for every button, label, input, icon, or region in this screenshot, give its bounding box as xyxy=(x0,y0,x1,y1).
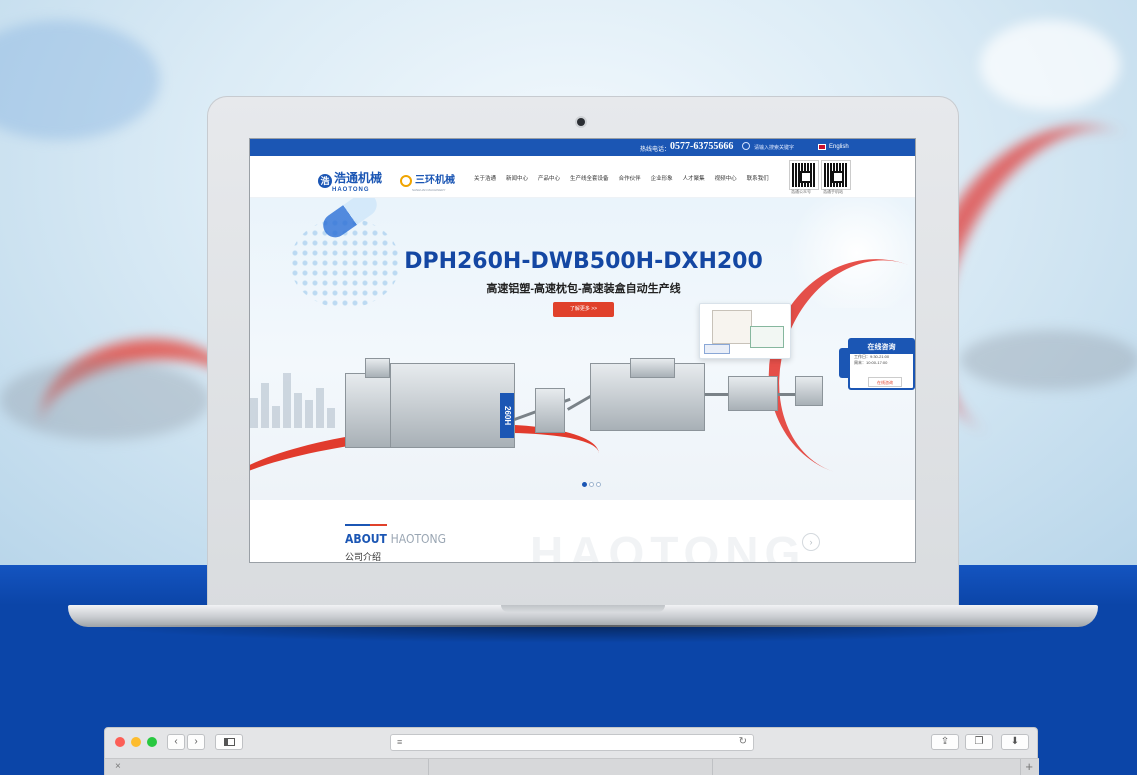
search-icon[interactable] xyxy=(742,142,750,150)
slider-dot-1[interactable] xyxy=(582,482,587,487)
haotong-logo-icon: 浩 xyxy=(318,174,332,188)
minimize-window-icon[interactable] xyxy=(131,737,141,747)
menu-item-news[interactable]: 新闻中心 xyxy=(506,174,528,182)
menu-item-video[interactable]: 视频中心 xyxy=(715,174,737,182)
tabs-overview-button[interactable]: ❐ xyxy=(965,734,993,750)
about-heading-en: ABOUT xyxy=(345,532,387,546)
close-tab-icon[interactable]: × xyxy=(115,761,121,772)
logo1-cn: 浩通机械 xyxy=(334,171,383,185)
logo1-en: HAOTONG xyxy=(332,187,370,193)
sidebar-button[interactable] xyxy=(215,734,243,750)
sanhuan-logo[interactable]: 三环机械 SANHUAN MACHINERY xyxy=(400,170,455,192)
uk-flag-icon xyxy=(818,144,826,150)
next-arrow-icon[interactable]: › xyxy=(802,533,820,551)
menu-item-talent[interactable]: 人才聚集 xyxy=(683,174,705,182)
tab-bar: × + xyxy=(105,758,1039,775)
online-consult-panel: 在线咨询 工作日：9:30-21:00 周末：10:00-17:00 在线咨询 xyxy=(848,338,915,390)
learn-more-button[interactable]: 了解更多 >> xyxy=(553,302,614,317)
consult-hours-weekend: 周末：10:00-17:00 xyxy=(854,360,888,365)
about-watermark: HAOTONG xyxy=(530,527,807,563)
menu-item-contact[interactable]: 联系我们 xyxy=(747,174,769,182)
menu-item-products[interactable]: 产品中心 xyxy=(538,174,560,182)
logo2-cn: 三环机械 xyxy=(415,175,455,186)
camera-dot xyxy=(577,118,585,126)
slider-dot-3[interactable] xyxy=(596,482,601,487)
qr-code-mobile xyxy=(821,160,851,190)
share-icon: ⇪ xyxy=(940,736,950,747)
reader-icon[interactable]: ≡ xyxy=(397,737,402,747)
menu-item-partners[interactable]: 合作伙伴 xyxy=(619,174,641,182)
slider-dots xyxy=(582,482,601,487)
main-navbar: 浩 浩通机械 HAOTONG 三环机械 SANHUAN MACHINERY 关于… xyxy=(250,156,915,198)
address-bar[interactable]: ≡ ↻ xyxy=(390,734,754,751)
share-button[interactable]: ⇪ xyxy=(931,734,959,750)
product-packaging-image xyxy=(699,303,791,359)
laptop-base xyxy=(68,605,1098,627)
language-link[interactable]: English xyxy=(829,144,849,150)
laptop-screen: 热线电话： 0577-63755666 请输入搜索关键字 English 浩 浩… xyxy=(249,138,916,563)
sidebar-icon xyxy=(223,738,235,746)
logo2-en: SANHUAN MACHINERY xyxy=(412,188,446,192)
sanhuan-logo-icon xyxy=(400,175,412,187)
about-heading: ABOUT HAOTONG xyxy=(345,532,446,546)
hotline-label: 热线电话： xyxy=(640,147,671,153)
about-accent-bar xyxy=(345,524,387,526)
machine-badge: 260H xyxy=(500,393,514,438)
new-tab-icon[interactable]: + xyxy=(1025,759,1033,774)
slider-dot-2[interactable] xyxy=(589,482,594,487)
haotong-logo[interactable]: 浩 浩通机械 HAOTONG xyxy=(318,169,382,193)
consult-button[interactable]: 在线咨询 xyxy=(868,377,902,387)
top-bar: 热线电话： 0577-63755666 请输入搜索关键字 English xyxy=(250,139,915,156)
consult-title: 在线咨询 xyxy=(850,340,913,354)
hotline-number[interactable]: 0577-63755666 xyxy=(670,141,733,152)
forward-button[interactable]: › xyxy=(187,734,205,750)
window-controls xyxy=(115,737,157,747)
back-button[interactable]: ‹ xyxy=(167,734,185,750)
reload-icon[interactable]: ↻ xyxy=(739,736,747,747)
city-skyline xyxy=(250,368,360,428)
about-heading-en2: HAOTONG xyxy=(390,532,446,546)
qr-caption-left: 浩通公众号 xyxy=(791,189,811,194)
menu-item-production-line[interactable]: 生产线全套设备 xyxy=(570,174,609,182)
zoom-window-icon[interactable] xyxy=(147,737,157,747)
tabs-icon: ❐ xyxy=(974,736,984,747)
about-section: HAOTONG ABOUT HAOTONG 公司介绍 › xyxy=(250,500,915,563)
consult-side-tab[interactable] xyxy=(839,348,848,378)
hero-banner: DPH260H-DWB500H-DXH200 高速铝塑-高速枕包-高速装盒自动生… xyxy=(250,198,915,500)
qr-code-wechat xyxy=(789,160,819,190)
laptop-shadow xyxy=(90,625,1080,643)
search-input[interactable]: 请输入搜索关键字 xyxy=(754,143,808,153)
close-window-icon[interactable] xyxy=(115,737,125,747)
hero-title: DPH260H-DWB500H-DXH200 xyxy=(404,249,763,274)
qr-caption-right: 浩通手机站 xyxy=(823,189,843,194)
main-menu: 关于浩通 新闻中心 产品中心 生产线全套设备 合作伙伴 企业形象 人才聚集 视频… xyxy=(474,174,769,182)
browser-window: ‹ › ≡ ↻ ⇪ ❐ ⬇ × + xyxy=(104,727,1039,775)
menu-item-about[interactable]: 关于浩通 xyxy=(474,174,496,182)
downloads-button[interactable]: ⬇ xyxy=(1001,734,1029,750)
about-heading-cn: 公司介绍 xyxy=(345,552,382,562)
menu-item-image[interactable]: 企业形象 xyxy=(651,174,673,182)
download-icon: ⬇ xyxy=(1010,736,1020,747)
hero-subtitle: 高速铝塑-高速枕包-高速装盒自动生产线 xyxy=(486,283,681,295)
